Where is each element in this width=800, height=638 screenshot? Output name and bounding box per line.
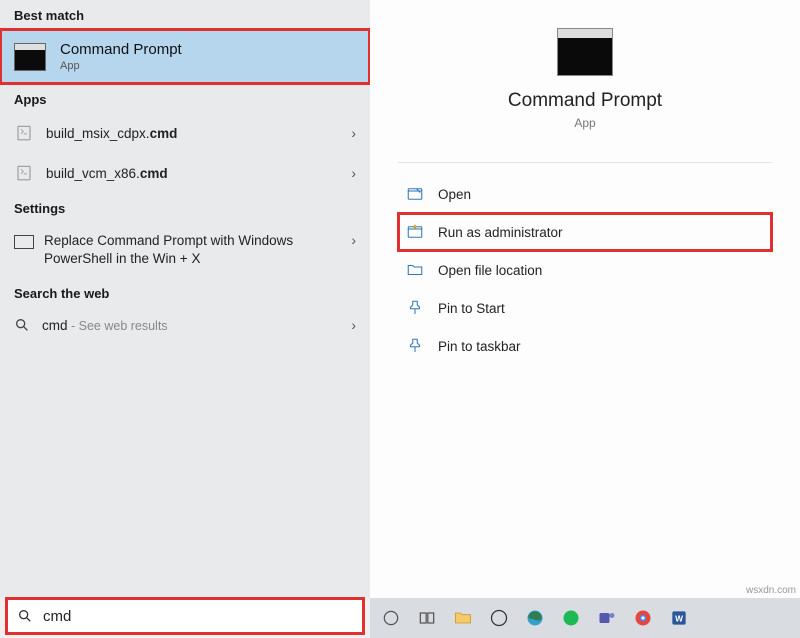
open-icon: [406, 185, 424, 203]
word-icon[interactable]: W: [664, 603, 694, 633]
app-result-label: build_vcm_x86.cmd: [46, 166, 168, 181]
spotify-icon[interactable]: [556, 603, 586, 633]
chrome-icon[interactable]: [628, 603, 658, 633]
folder-icon: [406, 261, 424, 279]
watermark: wsxdn.com: [746, 585, 796, 596]
action-pin-to-taskbar[interactable]: Pin to taskbar: [398, 327, 772, 365]
chevron-right-icon: ›: [351, 165, 356, 181]
cortana-icon[interactable]: [376, 603, 406, 633]
task-view-icon[interactable]: [412, 603, 442, 633]
app-result-1[interactable]: build_vcm_x86.cmd ›: [0, 153, 370, 193]
settings-result-label: Replace Command Prompt with Windows Powe…: [34, 232, 351, 268]
search-results-panel: Best match Command Prompt App Apps build…: [0, 0, 370, 598]
pin-icon: [406, 299, 424, 317]
search-icon: [17, 608, 33, 624]
edge-icon[interactable]: [520, 603, 550, 633]
detail-panel: Command Prompt App Open Run as administr…: [370, 0, 800, 598]
teams-icon[interactable]: [592, 603, 622, 633]
file-explorer-icon[interactable]: [448, 603, 478, 633]
cmd-file-icon: [14, 163, 34, 183]
search-box[interactable]: [6, 598, 364, 634]
apps-header: Apps: [0, 84, 370, 113]
detail-title: Command Prompt: [508, 90, 662, 112]
web-result[interactable]: cmd - See web results ›: [0, 307, 370, 343]
cmd-file-icon: [14, 123, 34, 143]
search-icon: [14, 317, 30, 333]
divider: [398, 162, 772, 163]
chevron-right-icon: ›: [351, 125, 356, 141]
command-prompt-icon: [557, 28, 613, 76]
settings-header: Settings: [0, 193, 370, 222]
detail-subtitle: App: [574, 116, 595, 130]
command-prompt-icon: [14, 43, 46, 71]
settings-result[interactable]: Replace Command Prompt with Windows Powe…: [0, 222, 370, 278]
best-match-title: Command Prompt: [60, 41, 182, 58]
best-match-header: Best match: [0, 0, 370, 29]
action-open-file-location[interactable]: Open file location: [398, 251, 772, 289]
monitor-icon: [14, 235, 34, 249]
dell-icon[interactable]: [484, 603, 514, 633]
taskbar: W: [370, 598, 800, 638]
chevron-right-icon: ›: [351, 232, 356, 248]
search-input[interactable]: [43, 608, 353, 625]
search-web-header: Search the web: [0, 278, 370, 307]
action-open[interactable]: Open: [398, 175, 772, 213]
app-result-label: build_msix_cdpx.cmd: [46, 126, 177, 141]
action-run-as-administrator[interactable]: Run as administrator: [398, 213, 772, 251]
app-result-0[interactable]: build_msix_cdpx.cmd ›: [0, 113, 370, 153]
chevron-right-icon: ›: [351, 317, 356, 333]
pin-icon: [406, 337, 424, 355]
action-pin-to-start[interactable]: Pin to Start: [398, 289, 772, 327]
best-match-result[interactable]: Command Prompt App: [0, 29, 370, 84]
svg-text:W: W: [675, 613, 683, 623]
best-match-subtitle: App: [60, 60, 182, 72]
web-result-label: cmd - See web results: [42, 318, 168, 333]
admin-icon: [406, 223, 424, 241]
